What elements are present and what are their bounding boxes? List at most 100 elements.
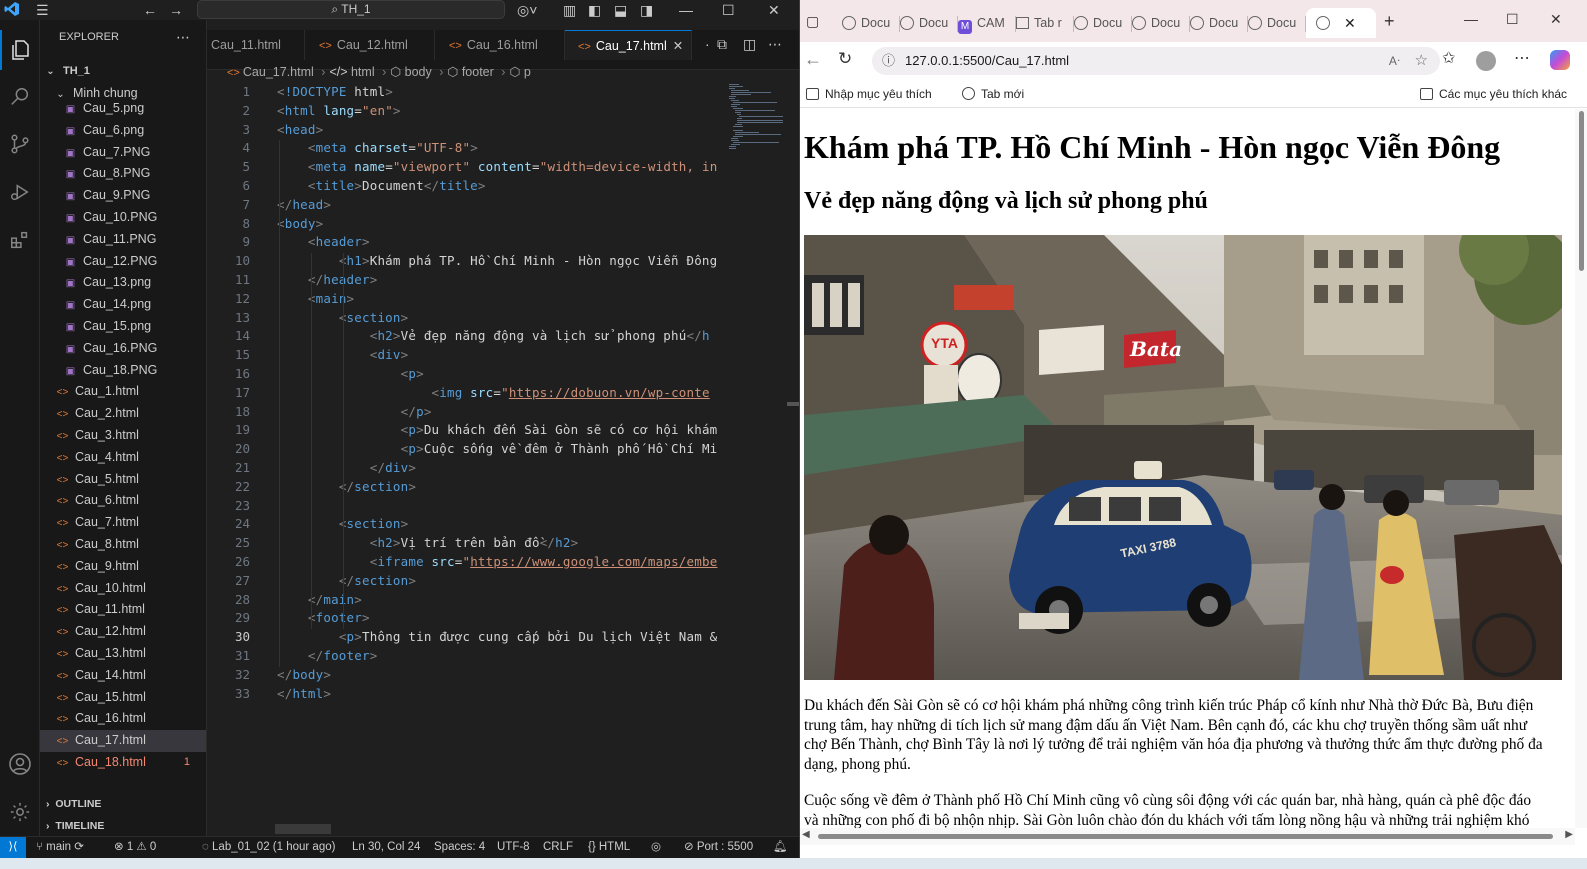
toggle-panel-icon[interactable]: ⬓ [614,1,627,19]
read-aloud-icon[interactable]: Aᐧ [1389,47,1400,75]
file-item-image[interactable]: ▣ Cau_7.PNG [40,142,206,164]
code-line[interactable]: <html lang="en"> [277,103,401,118]
customize-layout-icon[interactable]: ▥ [563,1,576,19]
code-line[interactable]: </footer> [277,648,377,663]
code-line[interactable]: </html> [277,686,331,701]
code-line[interactable]: <p>Thông tin được cung cấp bởi Du lịch V… [277,629,717,644]
file-item-html[interactable]: <> Cau_9.html [40,556,206,578]
encoding-status[interactable]: UTF-8 [497,837,530,858]
run-debug-icon[interactable] [0,172,40,212]
accounts-icon[interactable] [0,744,40,784]
minimize-icon[interactable]: — [679,1,693,19]
tab-cau-11[interactable]: Cau_11.html [207,30,305,60]
file-item-image[interactable]: ▣ Cau_9.PNG [40,185,206,207]
maximize-icon[interactable]: ☐ [722,1,735,19]
editor-more-icon[interactable]: ⋯ [768,35,782,53]
workspace-folder[interactable]: ⌄ TH_1 [40,61,206,83]
code-line[interactable]: <meta charset="UTF-8"> [277,140,478,155]
browser-tab[interactable]: Docu [1074,8,1132,38]
refresh-icon[interactable]: ↻ [838,50,852,68]
code-line[interactable]: <body> [277,216,323,231]
file-item-image[interactable]: ▣ Cau_14.png [40,294,206,316]
copilot-icon[interactable]: ◎˅ [517,1,537,19]
file-item-html[interactable]: <> Cau_13.html [40,643,206,665]
breadcrumb-footer[interactable]: footer [462,65,494,79]
page-horizontal-scrollbar[interactable]: ◀ ▶ [800,828,1575,845]
file-item-image[interactable]: ▣ Cau_16.PNG [40,338,206,360]
editor-scrollbar[interactable] [787,82,799,822]
code-line[interactable]: <head> [277,122,323,137]
scroll-thumb[interactable] [818,834,1553,839]
back-arrow-icon[interactable]: ← [804,50,822,68]
file-item-image[interactable]: ▣ Cau_18.PNG [40,360,206,382]
split-editor-icon[interactable]: ◫ [743,35,756,53]
file-item-html[interactable]: <> Cau_17.html [40,730,206,752]
code-line[interactable]: <p> [277,366,424,381]
settings-more-icon[interactable]: ⋯ [1514,50,1530,68]
problems-status[interactable]: ⊗ 1 ⚠ 0 [114,837,156,858]
file-item-html[interactable]: <> Cau_7.html [40,512,206,534]
timeline-section[interactable]: › TIMELINE [40,815,206,837]
breadcrumb-file[interactable]: Cau_17.html [243,65,314,79]
horizontal-scroll-thumb[interactable] [275,824,331,834]
code-line[interactable]: <h2>Vẻ đẹp năng động và lịch sử phong ph… [277,328,710,343]
file-item-image[interactable]: ▣ Cau_10.PNG [40,207,206,229]
code-line[interactable]: <title>Document</title> [277,178,486,193]
code-line[interactable]: </header> [277,272,377,287]
file-item-image[interactable]: ▣ Cau_8.PNG [40,163,206,185]
menu-icon[interactable]: ☰ [36,1,49,19]
file-item-html[interactable]: <> Cau_10.html [40,578,206,600]
other-favorites[interactable]: Các mục yêu thích khác [1420,80,1567,108]
code-line[interactable]: </p> [277,404,432,419]
favorite-star-icon[interactable]: ☆ [1415,47,1428,75]
file-item-html[interactable]: <> Cau_4.html [40,447,206,469]
file-item-html[interactable]: <> Cau_18.html 1 [40,752,206,774]
search-icon[interactable] [0,77,40,117]
toggle-secondary-sidebar-icon[interactable]: ◨ [640,1,653,19]
file-item-image[interactable]: ▣ Cau_13.png [40,272,206,294]
code-line[interactable]: <h2>Vị trí trên bản đồ</h2> [277,535,578,550]
forward-arrow-icon[interactable]: → [169,1,183,19]
close-window-icon[interactable]: ✕ [1550,10,1562,28]
commit-status[interactable]: ◌ Lab_01_02 (1 hour ago) [202,837,335,858]
toggle-sidebar-icon[interactable]: ◧ [588,1,601,19]
copilot-icon[interactable] [1550,50,1570,70]
favorites-icon[interactable]: ✩ [1442,50,1455,68]
more-tabs-icon[interactable]: · [705,35,710,53]
code-line[interactable]: </body> [277,667,331,682]
file-item-html[interactable]: <> Cau_14.html [40,665,206,687]
code-line[interactable]: <meta name="viewport" content="width=dev… [277,159,717,174]
back-arrow-icon[interactable]: ← [143,1,157,19]
copilot-status-icon[interactable]: ◎ [651,837,661,858]
minimize-icon[interactable]: — [1464,10,1478,28]
file-item-html[interactable]: <> Cau_15.html [40,687,206,709]
more-actions-icon[interactable]: ⋯ [176,20,190,54]
minimap[interactable] [727,82,785,162]
profile-avatar[interactable] [1476,51,1496,71]
address-bar[interactable]: ⓘ 127.0.0.1:5500/Cau_17.html Aᐧ ☆ [872,47,1440,75]
browser-tab[interactable]: Docu [1190,8,1248,38]
close-window-icon[interactable]: ✕ [768,1,780,19]
browser-tab[interactable]: Docu [900,8,958,38]
browser-tab[interactable]: Docu [1248,8,1306,38]
scroll-thumb[interactable] [787,402,799,406]
file-item-html[interactable]: <> Cau_8.html [40,534,206,556]
file-item-image[interactable]: ▣ Cau_12.PNG [40,251,206,273]
code-line[interactable]: </section> [277,479,416,494]
source-control-icon[interactable] [0,124,40,164]
code-line[interactable]: </section> [277,573,416,588]
file-item-image[interactable]: ▣ Cau_5.png [40,98,206,120]
eol-status[interactable]: CRLF [543,837,573,858]
browser-tab[interactable]: Docu [1132,8,1190,38]
favorite-import[interactable]: Nhập mục yêu thích [806,80,932,108]
file-item-html[interactable]: <> Cau_2.html [40,403,206,425]
explorer-icon[interactable] [0,30,40,70]
favorite-new-tab[interactable]: Tab mới [962,80,1024,108]
remote-indicator-icon[interactable]: ⟩⟨ [0,837,26,858]
code-editor[interactable]: 1 <!DOCTYPE html> 2 <html lang="en"> 3 <head>… [207,82,722,722]
browser-tab[interactable]: M CAM [958,8,1016,38]
tab-cau-17[interactable]: <> Cau_17.html ✕ [565,30,692,60]
new-tab-icon[interactable]: + [1384,12,1395,30]
tab-cau-12[interactable]: <> Cau_12.html [305,30,435,60]
code-line[interactable]: <footer> [277,610,370,625]
